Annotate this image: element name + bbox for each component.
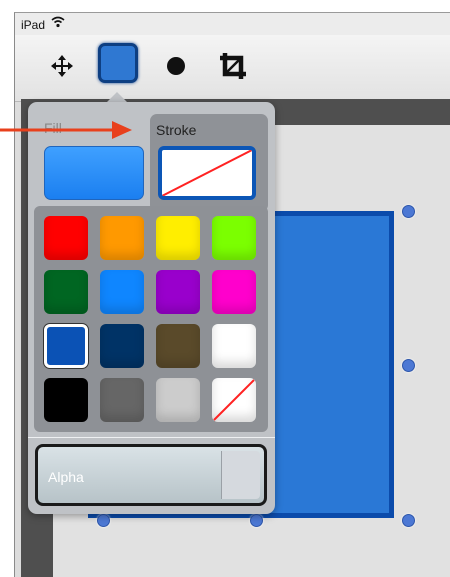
- color-swatch[interactable]: [44, 216, 88, 260]
- resize-handle-top-right[interactable]: [402, 205, 415, 218]
- color-swatch[interactable]: [44, 378, 88, 422]
- color-swatch[interactable]: [156, 378, 200, 422]
- fill-color-preview[interactable]: [44, 146, 144, 200]
- resize-handle-bottom-left[interactable]: [97, 514, 110, 527]
- circle-icon: [167, 57, 185, 75]
- callout-arrow-icon: [0, 121, 132, 139]
- status-bar: iPad: [15, 13, 450, 35]
- color-swatch[interactable]: [44, 324, 88, 368]
- swatch-no-color[interactable]: [212, 378, 256, 422]
- rectangle-icon: [98, 43, 138, 83]
- color-swatch[interactable]: [156, 324, 200, 368]
- device-name: iPad: [21, 18, 46, 32]
- color-swatch[interactable]: [44, 270, 88, 314]
- alpha-label: Alpha: [48, 469, 84, 485]
- color-swatch[interactable]: [212, 324, 256, 368]
- color-swatch[interactable]: [100, 270, 144, 314]
- color-swatch-grid: [34, 206, 268, 432]
- crop-icon: [220, 53, 246, 79]
- tab-stroke[interactable]: Stroke: [150, 114, 268, 212]
- resize-handle-bottom-right[interactable]: [402, 514, 415, 527]
- move-icon: [51, 55, 73, 77]
- popover-divider: [28, 437, 275, 438]
- circle-tool-button[interactable]: [165, 55, 187, 77]
- color-swatch[interactable]: [212, 270, 256, 314]
- alpha-slider[interactable]: Alpha: [35, 444, 267, 506]
- toolbar: [15, 35, 450, 102]
- move-tool-button[interactable]: [49, 53, 75, 79]
- rectangle-tool-button[interactable]: [95, 40, 141, 86]
- color-swatch[interactable]: [156, 216, 200, 260]
- tab-stroke-label: Stroke: [156, 122, 197, 138]
- color-swatch[interactable]: [212, 216, 256, 260]
- wifi-icon: [51, 16, 65, 31]
- crop-tool-button[interactable]: [217, 50, 249, 82]
- color-swatch[interactable]: [100, 378, 144, 422]
- color-swatch[interactable]: [100, 324, 144, 368]
- resize-handle-right-middle[interactable]: [402, 359, 415, 372]
- resize-handle-bottom-middle[interactable]: [250, 514, 263, 527]
- color-swatch[interactable]: [100, 216, 144, 260]
- stroke-color-preview[interactable]: [158, 146, 256, 200]
- alpha-slider-thumb[interactable]: [221, 451, 260, 499]
- color-popover: Fill Stroke Alpha: [28, 102, 275, 514]
- color-swatch[interactable]: [156, 270, 200, 314]
